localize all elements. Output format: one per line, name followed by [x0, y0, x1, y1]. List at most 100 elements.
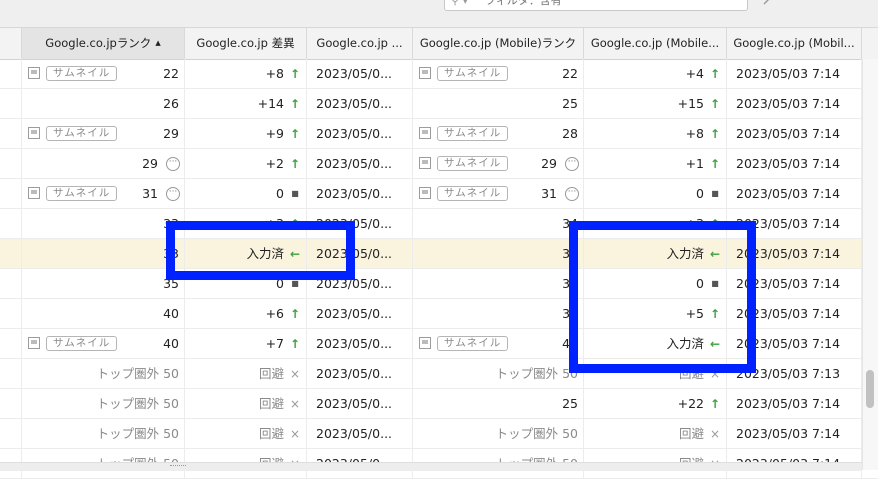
date-cell-desktop: 2023/05/0... — [307, 59, 413, 89]
column-header-label: Google.co.jpランク — [45, 36, 152, 50]
column-header-1[interactable]: Google.co.jpランク ▲ — [22, 28, 185, 59]
thumbnail-label: サムネイル — [437, 156, 509, 171]
rank-cell-mobile[interactable]: トップ圏外 50 — [413, 359, 584, 389]
table-row[interactable]: 33 入力済 ← 2023/05/0... 34 入力済 ← 2023/05/03 7:14 — [0, 239, 878, 269]
thumbnail-icon — [28, 187, 40, 199]
diff-value: +15 — [677, 96, 704, 111]
rank-cell-mobile[interactable]: 34 — [413, 209, 584, 239]
thumbnail-button[interactable]: サムネイル — [419, 156, 519, 171]
arrow-up-icon: ↑ — [289, 307, 301, 321]
rank-cell-desktop[interactable]: サムネイル 29 — [22, 119, 185, 149]
diff-value: 入力済 — [246, 246, 284, 261]
column-header-label: Google.co.jp ... — [316, 36, 403, 50]
table-row[interactable]: 33 +3 ↑ 2023/05/0... 34 +3 ↑ 2023/05/03 7:14 — [0, 209, 878, 239]
rank-cell-desktop[interactable]: サムネイル 31 ··· — [22, 179, 185, 209]
vertical-scrollbar[interactable] — [862, 59, 878, 470]
rank-cell-mobile[interactable]: 37 — [413, 299, 584, 329]
column-header-6[interactable]: Google.co.jp (Mobil... — [727, 28, 862, 59]
thumbnail-button[interactable]: サムネイル — [28, 186, 128, 201]
arrow-up-icon: ↑ — [709, 97, 721, 111]
window-icon[interactable] — [842, 0, 858, 6]
rank-cell-desktop[interactable]: 35 — [22, 269, 185, 299]
diff-cell-desktop: +2 ↑ — [185, 149, 307, 179]
date-cell-desktop: 2023/05/0... — [307, 419, 413, 449]
diff-value: 入力済 — [666, 336, 704, 351]
table-row[interactable]: トップ圏外 50 回避 × 2023/05/0... トップ圏外 50 回避 × 2023/0… — [0, 419, 878, 449]
pin-icon[interactable] — [762, 0, 778, 6]
rank-cell-mobile[interactable]: 25 — [413, 89, 584, 119]
rank-cell-desktop[interactable]: 26 — [22, 89, 185, 119]
square-icon: ■ — [291, 279, 299, 288]
thumbnail-button[interactable]: サムネイル — [28, 66, 128, 81]
column-header-2[interactable]: Google.co.jp 差異 — [185, 28, 307, 59]
filter-field[interactable]: ⚲ ▾ — [444, 0, 748, 11]
rank-cell-mobile[interactable]: サムネイル 40 — [413, 329, 584, 359]
table-row[interactable]: サムネイル 29 +9 ↑ 2023/05/0... サムネイル 28 +8 ↑ 2023/05/… — [0, 119, 878, 149]
diff-cell-desktop: +6 ↑ — [185, 299, 307, 329]
table-row[interactable]: サムネイル 31 ··· 0 ■ 2023/05/0... サムネイル 31 ··· 0 ■ 2023… — [0, 179, 878, 209]
more-options-icon[interactable]: ··· — [565, 187, 579, 201]
thumbnail-button[interactable]: サムネイル — [419, 66, 519, 81]
rank-cell-desktop[interactable]: トップ圏外 50 — [22, 359, 185, 389]
grid-view-icon[interactable] — [802, 0, 818, 6]
rank-cell-mobile[interactable]: サムネイル 31 ··· — [413, 179, 584, 209]
thumbnail-button[interactable]: サムネイル — [419, 336, 519, 351]
column-header-3[interactable]: Google.co.jp ... — [307, 28, 413, 59]
thumbnail-label: サムネイル — [46, 66, 118, 81]
date-value: 2023/05/03 7:14 — [736, 186, 841, 201]
table-row[interactable]: 40 +6 ↑ 2023/05/0... 37 +5 ↑ 2023/05/03 7:14 — [0, 299, 878, 329]
table-row[interactable]: 29 ··· +2 ↑ 2023/05/0... サムネイル 29 ··· +1 ↑ 2023/05… — [0, 149, 878, 179]
table-row[interactable]: トップ圏外 50 回避 × 2023/05/0... トップ圏外 50 回避 × 2023/0… — [0, 359, 878, 389]
rank-cell-desktop[interactable]: 33 — [22, 209, 185, 239]
more-options-icon[interactable]: ··· — [565, 157, 579, 171]
more-options-icon[interactable]: ··· — [166, 187, 180, 201]
rank-cell-mobile[interactable]: トップ圏外 50 — [413, 419, 584, 449]
rank-cell-desktop[interactable]: 33 — [22, 239, 185, 269]
rank-cell-desktop[interactable]: サムネイル 22 — [22, 59, 185, 89]
rank-cell-desktop[interactable]: サムネイル 40 — [22, 329, 185, 359]
diff-value: 0 — [276, 186, 284, 201]
table-header: Google.co.jpランク ▲ Google.co.jp 差異 Google.co… — [0, 28, 878, 60]
rank-cell-mobile[interactable]: 34 — [413, 239, 584, 269]
rank-value: 34 — [562, 216, 578, 231]
row-leading-cell — [0, 359, 22, 389]
table-row[interactable]: トップ圏外 50 回避 × 2023/05/0... 25 +22 ↑ 2023/05/03 … — [0, 389, 878, 419]
rank-cell-mobile[interactable]: サムネイル 28 — [413, 119, 584, 149]
table-row[interactable]: サムネイル 40 +7 ↑ 2023/05/0... サムネイル 40 入力済 ← 2023/05… — [0, 329, 878, 359]
date-value: 2023/05/0... — [316, 66, 393, 81]
column-header-4[interactable]: Google.co.jp (Mobile)ランク — [413, 28, 584, 59]
resize-grip-icon[interactable] — [170, 465, 186, 468]
rank-cell-desktop[interactable]: 40 — [22, 299, 185, 329]
thumbnail-button[interactable]: サムネイル — [28, 126, 128, 141]
close-icon: × — [709, 367, 721, 381]
rank-cell-desktop[interactable]: トップ圏外 50 — [22, 419, 185, 449]
date-value: 2023/05/03 7:14 — [736, 306, 841, 321]
thumbnail-button[interactable]: サムネイル — [419, 186, 519, 201]
rank-cell-desktop[interactable]: 29 ··· — [22, 149, 185, 179]
date-value: 2023/05/0... — [316, 426, 393, 441]
rank-value: 29 — [142, 156, 158, 171]
column-header-0[interactable] — [0, 28, 22, 59]
more-options-icon[interactable]: ··· — [166, 157, 180, 171]
rank-cell-desktop[interactable]: トップ圏外 50 — [22, 389, 185, 419]
diff-value: +4 — [685, 66, 704, 81]
arrow-up-icon: ↑ — [289, 337, 301, 351]
table-row[interactable]: 26 +14 ↑ 2023/05/0... 25 +15 ↑ 2023/05/03 7:14 — [0, 89, 878, 119]
date-cell-desktop: 2023/05/0... — [307, 389, 413, 419]
rank-cell-mobile[interactable]: サムネイル 22 — [413, 59, 584, 89]
date-cell-mobile: 2023/05/03 7:14 — [727, 269, 862, 299]
table-row[interactable]: サムネイル 22 +8 ↑ 2023/05/0... サムネイル 22 +4 ↑ 2023/05/… — [0, 59, 878, 89]
rank-cell-mobile[interactable]: サムネイル 29 ··· — [413, 149, 584, 179]
column-header-5[interactable]: Google.co.jp (Mobile... — [584, 28, 727, 59]
rank-cell-mobile[interactable]: 25 — [413, 389, 584, 419]
arrow-up-icon: ↑ — [709, 157, 721, 171]
rank-cell-mobile[interactable]: 35 — [413, 269, 584, 299]
date-value: 2023/05/03 7:14 — [736, 426, 841, 441]
rank-value: 26 — [163, 96, 179, 111]
table-row[interactable]: 35 0 ■ 2023/05/0... 35 0 ■ 2023/05/03 7:14 — [0, 269, 878, 299]
rank-value: 33 — [163, 246, 179, 261]
filter-input[interactable] — [485, 0, 735, 8]
thumbnail-button[interactable]: サムネイル — [28, 336, 128, 351]
vertical-scroll-thumb[interactable] — [866, 370, 874, 408]
thumbnail-button[interactable]: サムネイル — [419, 126, 519, 141]
